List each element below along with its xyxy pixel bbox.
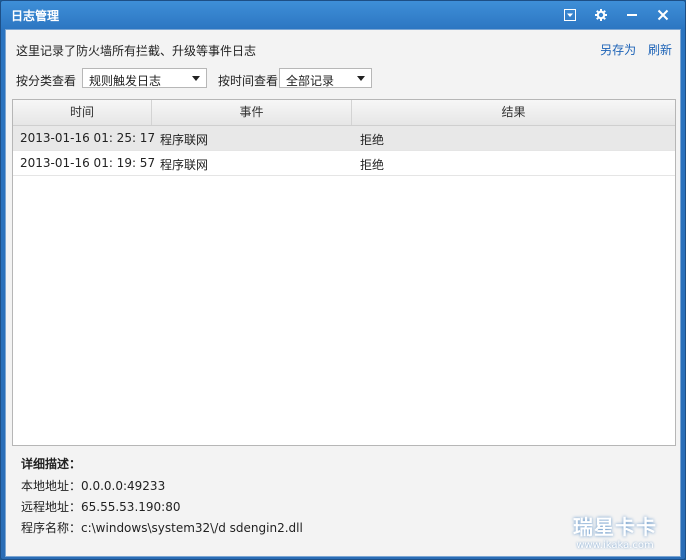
time-select-value: 全部记录 <box>286 74 335 88</box>
program-name: 程序名称：c:\windows\system32\/d sdengin2.dll <box>21 521 303 535</box>
time-cell: 2013-01-16 01: 25: 17 <box>20 131 156 145</box>
category-select[interactable]: 规则触发日志 <box>82 68 207 88</box>
category-select-value: 规则触发日志 <box>89 74 162 88</box>
log-table[interactable]: 时间 事件 结果 2013-01-16 01: 25: 17 程序联网 拒绝 2… <box>12 99 676 446</box>
column-header-event[interactable]: 事件 <box>152 100 352 125</box>
time-select[interactable]: 全部记录 <box>279 68 372 88</box>
result-cell: 拒绝 <box>360 158 385 172</box>
local-address: 本地地址：0.0.0.0:49233 <box>21 479 166 493</box>
log-management-window: 日志管理 这里记录了防火墙所有拦截、升级等事件日志 另存为 刷新 按分类查看 规… <box>0 0 686 560</box>
time-filter-label: 按时间查看 <box>218 74 279 88</box>
gear-icon <box>595 9 607 21</box>
dropdown-icon <box>564 9 576 21</box>
result-cell: 拒绝 <box>360 133 385 147</box>
watermark-logo: 瑞星卡卡 www.ikaka.com <box>553 511 677 551</box>
remote-address: 远程地址：65.55.53.190:80 <box>21 500 181 514</box>
settings-button[interactable] <box>589 5 613 25</box>
table-header: 时间 事件 结果 <box>13 100 675 126</box>
chevron-down-icon <box>192 76 200 81</box>
minimize-icon <box>627 14 637 16</box>
column-header-time[interactable]: 时间 <box>13 100 152 125</box>
table-row[interactable]: 2013-01-16 01: 25: 17 程序联网 拒绝 <box>13 126 675 151</box>
event-cell: 程序联网 <box>160 133 209 147</box>
detail-title: 详细描述： <box>21 457 82 471</box>
refresh-link[interactable]: 刷新 <box>648 43 672 57</box>
watermark-url: www.ikaka.com <box>576 540 654 551</box>
window-title: 日志管理 <box>11 9 60 23</box>
menu-dropdown-button[interactable] <box>558 5 582 25</box>
category-filter-label: 按分类查看 <box>16 74 77 88</box>
save-as-link[interactable]: 另存为 <box>600 43 636 57</box>
time-cell: 2013-01-16 01: 19: 57 <box>20 156 156 170</box>
watermark-text: 瑞星卡卡 <box>573 515 657 539</box>
titlebar[interactable]: 日志管理 <box>1 1 685 29</box>
column-header-result[interactable]: 结果 <box>352 100 675 125</box>
event-cell: 程序联网 <box>160 158 209 172</box>
table-row[interactable]: 2013-01-16 01: 19: 57 程序联网 拒绝 <box>13 151 675 176</box>
close-icon <box>657 9 669 21</box>
chevron-down-icon <box>357 76 365 81</box>
client-area: 这里记录了防火墙所有拦截、升级等事件日志 另存为 刷新 按分类查看 规则触发日志… <box>5 29 681 557</box>
close-button[interactable] <box>651 5 675 25</box>
minimize-button[interactable] <box>620 5 644 25</box>
header-links: 另存为 刷新 <box>592 41 672 58</box>
log-description: 这里记录了防火墙所有拦截、升级等事件日志 <box>16 44 257 58</box>
